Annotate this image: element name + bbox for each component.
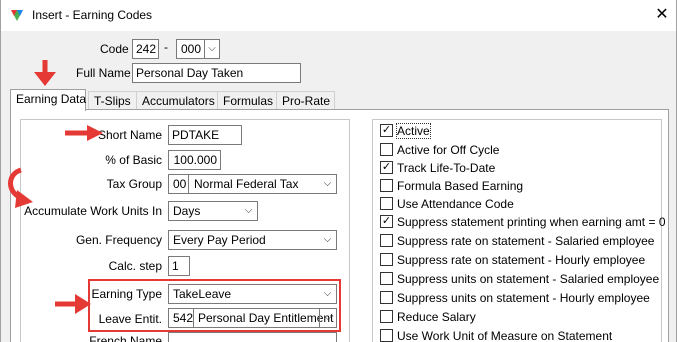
checkbox-track-ltd[interactable]: ✓ [380, 161, 393, 174]
tax-group-divider [188, 175, 189, 193]
checkbox-label: Reduce Salary [397, 310, 476, 324]
gen-frequency-value: Every Pay Period [173, 233, 266, 247]
calc-step-label: Calc. step [108, 259, 162, 273]
code-label: Code [100, 42, 129, 56]
gen-frequency-dropdown[interactable]: Every Pay Period ⌵ [168, 230, 337, 250]
tab-pro-rate[interactable]: Pro-Rate [276, 91, 335, 110]
tab-t-slips[interactable]: T-Slips [88, 91, 137, 110]
insert-earning-codes-window: Insert - Earning Codes ✕ Code 242 - 000 … [0, 0, 677, 342]
checkbox-formula-based[interactable] [380, 179, 393, 192]
checkbox-attendance-code[interactable] [380, 197, 393, 210]
checkbox-reduce-salary[interactable] [380, 310, 393, 323]
check-mark-icon: ✓ [381, 161, 392, 173]
checkbox-label: Suppress rate on statement - Hourly empl… [397, 253, 646, 267]
right-arrow-icon [65, 125, 103, 141]
curved-arrow-icon [8, 167, 33, 208]
code-suffix-dropdown[interactable]: 000 ⌵ [176, 39, 220, 59]
chevron-down-icon: ⌵ [323, 178, 332, 189]
checkbox-label: Use Attendance Code [397, 197, 514, 211]
app-icon [11, 10, 23, 21]
french-name-label: French Name [89, 334, 162, 342]
leave-entit-divider [193, 309, 194, 327]
leave-entit-code: 542 [173, 311, 194, 325]
checkbox-label: Active [396, 123, 431, 139]
checkbox-active-off-cycle[interactable] [380, 143, 393, 156]
full-name-label: Full Name [76, 66, 131, 80]
checkbox-label: Suppress units on statement - Salaried e… [397, 272, 660, 286]
close-button[interactable]: ✕ [651, 5, 673, 25]
chevron-down-icon: ⌵ [319, 309, 336, 327]
checkbox-label: Use Work Unit of Measure on Statement [397, 329, 613, 342]
tax-group-label: Tax Group [106, 177, 162, 191]
chevron-down-icon: ⌵ [323, 288, 332, 299]
code-input[interactable]: 242 [132, 39, 159, 59]
chevron-down-icon: ⌵ [244, 205, 253, 216]
tab-formulas[interactable]: Formulas [217, 91, 277, 110]
checkbox-label: Suppress units on statement - Hourly emp… [397, 291, 650, 305]
check-mark-icon: ✓ [381, 215, 392, 227]
french-name-input[interactable] [168, 332, 337, 342]
pct-basic-label: % of Basic [105, 153, 162, 167]
right-arrow-icon [55, 294, 91, 314]
earning-type-dropdown[interactable]: TakeLeave ⌵ [168, 284, 337, 304]
tax-group-value: Normal Federal Tax [194, 177, 299, 191]
down-arrow-icon [34, 60, 56, 86]
title-bar: Insert - Earning Codes ✕ [1, 0, 676, 31]
calc-step-input[interactable]: 1 [168, 256, 190, 276]
window-title: Insert - Earning Codes [32, 8, 153, 22]
checkbox-label: Suppress statement printing when earning… [397, 215, 666, 229]
accumulate-units-dropdown[interactable]: Days ⌵ [168, 201, 258, 221]
chevron-down-icon: ⌵ [204, 40, 219, 58]
checkbox-suppress-rate-salaried[interactable] [380, 234, 393, 247]
checkbox-suppress-rate-hourly[interactable] [380, 253, 393, 266]
checkbox-suppress-units-salaried[interactable] [380, 272, 393, 285]
checkbox-suppress-units-hourly[interactable] [380, 291, 393, 304]
tab-accumulators[interactable]: Accumulators [136, 91, 218, 110]
checkbox-label: Track Life-To-Date [397, 161, 496, 175]
checkbox-work-unit-measure[interactable] [380, 329, 393, 342]
chevron-down-icon: ⌵ [323, 234, 332, 245]
checkbox-label: Formula Based Earning [397, 179, 524, 193]
accumulate-units-label: Accumulate Work Units In [24, 204, 162, 218]
earning-type-value: TakeLeave [173, 287, 232, 301]
leave-entit-value: Personal Day Entitlement [198, 311, 334, 325]
gen-frequency-label: Gen. Frequency [75, 233, 162, 247]
tax-group-dropdown[interactable]: 00 Normal Federal Tax ⌵ [168, 174, 337, 194]
checkbox-label: Suppress rate on statement - Salaried em… [397, 234, 655, 248]
checkbox-active[interactable]: ✓ [380, 124, 393, 137]
leave-entit-dropdown[interactable]: 542 Personal Day Entitlement ⌵ [168, 308, 337, 328]
accumulate-units-value: Days [173, 204, 201, 218]
short-name-input[interactable]: PDTAKE [168, 125, 242, 145]
checkbox-suppress-zero[interactable]: ✓ [380, 215, 393, 228]
pct-basic-input[interactable]: 100.000 [168, 150, 221, 170]
checkbox-label: Active for Off Cycle [397, 143, 500, 157]
code-separator: - [164, 40, 168, 54]
code-suffix-value: 000 [181, 42, 202, 56]
tax-group-code: 00 [173, 177, 187, 191]
full-name-input[interactable]: Personal Day Taken [132, 63, 301, 83]
check-mark-icon: ✓ [381, 124, 392, 136]
tab-earning-data[interactable]: Earning Data [10, 89, 86, 111]
